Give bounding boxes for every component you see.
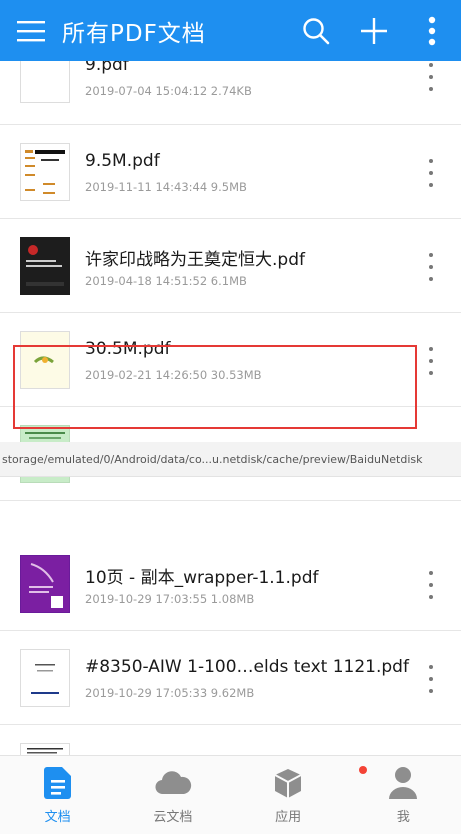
file-list: 9.pdf 2019-07-04 15:04:12 2.74KB 9.5M.pd… — [0, 61, 461, 755]
tab-me[interactable]: 我 — [346, 756, 461, 834]
app-box-icon — [274, 769, 302, 798]
file-meta: 2019-10-29 17:03:55 1.08MB — [85, 592, 255, 606]
file-name: 9.pdf — [85, 61, 129, 75]
pdf-thumbnail — [20, 61, 70, 103]
pdf-thumbnail — [20, 743, 70, 755]
file-meta: 2019-07-04 15:04:12 2.74KB — [85, 84, 252, 98]
list-item[interactable]: 许家印战略为王奠定恒大.pdf 2019-04-18 14:51:52 6.1M… — [0, 219, 461, 313]
overflow-menu-button[interactable] — [403, 0, 461, 61]
list-item[interactable]: 30.5M.pdf 2019-02-21 14:26:50 30.53MB — [0, 313, 461, 407]
more-options-icon[interactable] — [427, 159, 435, 187]
more-options-icon[interactable] — [427, 665, 435, 693]
pdf-thumbnail — [20, 331, 70, 389]
add-button[interactable] — [345, 0, 403, 61]
document-icon — [43, 767, 71, 799]
tab-label: 云文档 — [153, 810, 193, 825]
pdf-thumbnail — [20, 649, 70, 707]
app-bar: 所有PDF文档 — [0, 0, 461, 61]
file-meta: 2019-04-18 14:51:52 6.1MB — [85, 274, 247, 288]
file-name: 许家印战略为王奠定恒大.pdf — [85, 250, 305, 270]
user-icon — [389, 767, 418, 799]
more-options-icon[interactable] — [427, 253, 435, 281]
file-meta: 2019-11-11 14:43:44 9.5MB — [85, 180, 247, 194]
file-name: #8350-AIW 1-100…elds text 1121.pdf — [85, 657, 409, 677]
tab-apps[interactable]: 应用 — [231, 756, 367, 834]
tab-label: 应用 — [275, 810, 302, 825]
pdf-thumbnail — [20, 143, 70, 201]
file-name: 9.5M.pdf — [85, 151, 160, 171]
search-button[interactable] — [287, 0, 345, 61]
more-options-icon[interactable] — [427, 347, 435, 375]
list-item[interactable]: 9.pdf 2019-07-04 15:04:12 2.74KB — [0, 61, 461, 125]
menu-button[interactable] — [0, 0, 62, 61]
search-icon — [303, 17, 330, 44]
file-path-tooltip: storage/emulated/0/Android/data/co...u.n… — [0, 442, 461, 477]
menu-icon — [17, 20, 45, 41]
list-item[interactable] — [0, 725, 461, 755]
list-item[interactable]: #8350-AIW 1-100…elds text 1121.pdf 2019-… — [0, 631, 461, 725]
file-name: 10页 - 副本_wrapper-1.1.pdf — [85, 568, 319, 588]
bottom-navigation: 文档 云文档 应用 我 — [0, 755, 461, 834]
list-item[interactable]: 10页 - 副本_wrapper-1.1.pdf 2019-10-29 17:0… — [0, 537, 461, 631]
file-name: 30.5M.pdf — [85, 339, 171, 359]
file-meta: 2019-02-21 14:26:50 30.53MB — [85, 368, 262, 382]
more-vertical-icon — [428, 16, 436, 45]
list-item[interactable]: 9.5M.pdf 2019-11-11 14:43:44 9.5MB — [0, 125, 461, 219]
tab-documents[interactable]: 文档 — [0, 756, 115, 834]
cloud-icon — [155, 771, 192, 795]
tab-label: 文档 — [44, 810, 71, 825]
tab-label: 我 — [396, 810, 410, 825]
plus-icon — [361, 17, 387, 44]
file-meta: 2019-10-29 17:05:33 9.62MB — [85, 686, 255, 700]
more-options-icon[interactable] — [427, 571, 435, 599]
tab-cloud-documents[interactable]: 云文档 — [115, 756, 230, 834]
pdf-thumbnail — [20, 237, 70, 295]
more-options-icon[interactable] — [427, 63, 435, 91]
page-title: 所有PDF文档 — [62, 20, 206, 47]
pdf-thumbnail — [20, 555, 70, 613]
